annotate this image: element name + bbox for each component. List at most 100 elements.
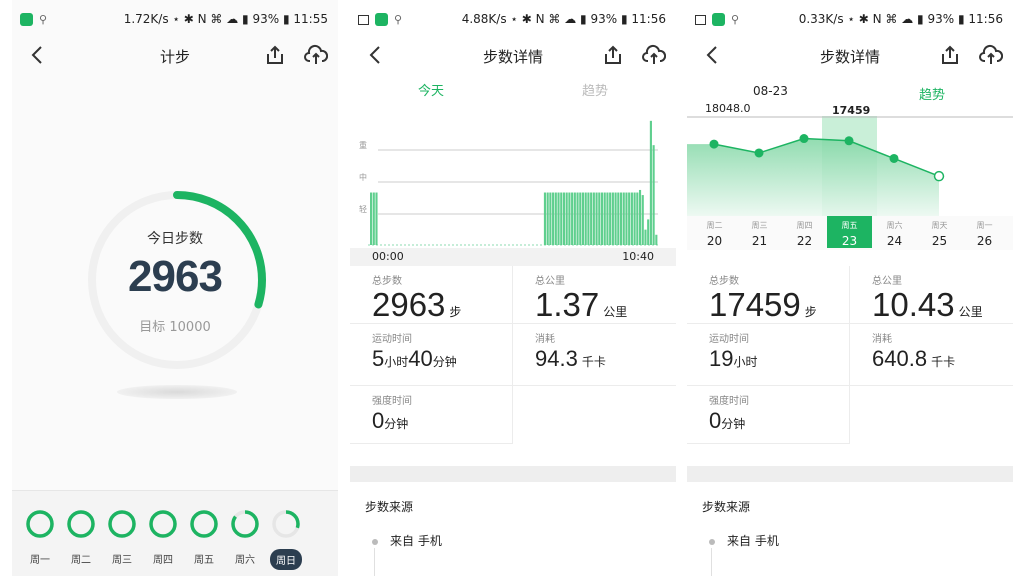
image-icon — [358, 14, 369, 25]
app-bar: 步数详情 — [687, 40, 1013, 72]
trend-day-24[interactable]: 周六 24 — [872, 216, 917, 248]
tab-trend[interactable]: 趋势 — [582, 80, 608, 99]
trend-day-26[interactable]: 周一 26 — [962, 216, 1007, 248]
step-bar — [655, 234, 658, 245]
timeline-line — [711, 548, 712, 576]
trend-date-label: 22 — [796, 234, 813, 248]
step-bar — [611, 192, 614, 245]
day-progress-ring — [149, 510, 177, 538]
trend-weekday-label: 周六 — [886, 221, 903, 230]
week-day-2[interactable]: 周二 — [63, 509, 99, 568]
status-bar: ⚲ 0.33K/s ⋆ ✱ N ⌘ ☁ ▮ 93% ▮ 11:56 — [687, 0, 1013, 40]
intensity-label: 强度时间 — [709, 396, 749, 407]
trend-day-25[interactable]: 周天 25 — [917, 216, 962, 248]
distance-label: 总公里 — [535, 276, 565, 287]
x-end-label: 10:40 — [622, 250, 654, 263]
step-bar — [557, 192, 560, 245]
step-bar — [633, 192, 636, 245]
trend-date-label: 20 — [706, 234, 723, 248]
week-day-1[interactable]: 周一 — [22, 509, 58, 568]
trend-weekday-label: 周二 — [706, 221, 723, 230]
cloud-upload-icon[interactable] — [642, 44, 666, 66]
trend-weekday-label: 周一 — [976, 221, 993, 230]
week-day-7[interactable]: 周日 — [268, 509, 304, 570]
week-day-label: 周六 — [235, 555, 255, 566]
step-bar — [375, 192, 378, 245]
today-steps-label: 今日步数 — [147, 231, 203, 247]
trend-weekday-label: 周五 — [841, 221, 858, 230]
trend-day-23[interactable]: 周五 23 — [827, 216, 872, 248]
step-bar — [628, 192, 631, 245]
trend-point[interactable] — [709, 139, 719, 149]
share-icon[interactable] — [939, 44, 961, 66]
step-detail-trend-screen: ⚲ 0.33K/s ⋆ ✱ N ⌘ ☁ ▮ 93% ▮ 11:56 步数详情 0… — [687, 0, 1013, 576]
week-day-5[interactable]: 周五 — [186, 509, 222, 568]
source-title: 步数来源 — [702, 500, 751, 514]
step-bar — [372, 192, 375, 245]
back-arrow-icon[interactable] — [703, 42, 723, 68]
hourly-steps-chart: 重 中 轻 — [359, 120, 658, 246]
source-item: 来自 手机 — [709, 532, 779, 549]
duration-hours: 5 — [372, 346, 385, 371]
step-bar — [619, 192, 623, 245]
step-bar — [584, 192, 587, 245]
back-arrow-icon[interactable] — [28, 42, 48, 68]
trend-day-20[interactable]: 周二 20 — [692, 216, 737, 248]
battery-level: 93% — [590, 12, 618, 26]
app-bar: 步数详情 — [350, 40, 676, 72]
step-bar — [617, 192, 620, 245]
week-day-3[interactable]: 周三 — [104, 509, 140, 568]
distance-cell: 总公里 1.37 公里 — [513, 266, 676, 324]
back-arrow-icon[interactable] — [366, 42, 386, 68]
search-icon: ⚲ — [731, 13, 740, 26]
week-day-4[interactable]: 周四 — [145, 509, 181, 568]
distance-value: 1.37 — [535, 286, 600, 323]
step-bar — [554, 192, 557, 245]
today-steps-value: 2963 — [128, 252, 223, 301]
app-notification-icon — [20, 13, 33, 26]
tab-today[interactable]: 今天 — [418, 80, 444, 99]
duration-label: 运动时间 — [372, 334, 412, 345]
intensity-unit: 分钟 — [721, 417, 746, 431]
step-bar — [546, 192, 549, 245]
step-counter-screen: ⚲ 1.72K/s ⋆ ✱ N ⌘ ☁ ▮ 93% ▮ 11:55 计步 今日步… — [12, 0, 338, 576]
cloud-upload-icon[interactable] — [304, 44, 328, 66]
trend-point[interactable] — [933, 170, 945, 182]
steps-unit: 步 — [804, 305, 817, 319]
calories-value: 640.8 — [872, 346, 928, 371]
share-icon[interactable] — [264, 44, 286, 66]
page-title: 计步 — [159, 48, 190, 66]
trend-point[interactable] — [799, 134, 809, 144]
day-progress-ring — [231, 510, 259, 538]
calories-cell: 消耗 94.3 千卡 — [513, 324, 676, 386]
step-bar — [595, 192, 598, 245]
duration-minutes: 40 — [408, 346, 433, 371]
trend-point[interactable] — [889, 153, 899, 163]
level-label-medium: 中 — [359, 172, 367, 182]
tab-date[interactable]: 08-23 — [753, 84, 788, 98]
intensity-unit: 分钟 — [384, 417, 409, 431]
trend-day-22[interactable]: 周四 22 — [782, 216, 827, 248]
clock: 11:55 — [293, 12, 328, 26]
app-notification-icon — [375, 13, 388, 26]
level-label-light: 轻 — [359, 204, 367, 214]
trend-day-21[interactable]: 周三 21 — [737, 216, 782, 248]
step-bar — [606, 192, 609, 245]
status-bar: ⚲ 1.72K/s ⋆ ✱ N ⌘ ☁ ▮ 93% ▮ 11:55 — [12, 0, 338, 40]
battery-level: 93% — [927, 12, 955, 26]
week-day-6[interactable]: 周六 — [227, 509, 263, 568]
share-icon[interactable] — [602, 44, 624, 66]
distance-value: 10.43 — [872, 286, 955, 323]
calories-cell: 消耗 640.8 千卡 — [850, 324, 1013, 386]
trend-point[interactable] — [844, 136, 854, 146]
total-steps-label: 总步数 — [372, 276, 402, 287]
step-bar — [636, 192, 639, 245]
page-title: 步数详情 — [819, 48, 880, 66]
cloud-upload-icon[interactable] — [979, 44, 1003, 66]
trend-point[interactable] — [754, 148, 764, 158]
distance-unit: 公里 — [958, 305, 983, 319]
section-divider — [687, 466, 1013, 482]
timeline-dot — [709, 538, 715, 545]
trend-date-label: 24 — [886, 234, 903, 248]
x-start-label: 00:00 — [372, 250, 404, 263]
